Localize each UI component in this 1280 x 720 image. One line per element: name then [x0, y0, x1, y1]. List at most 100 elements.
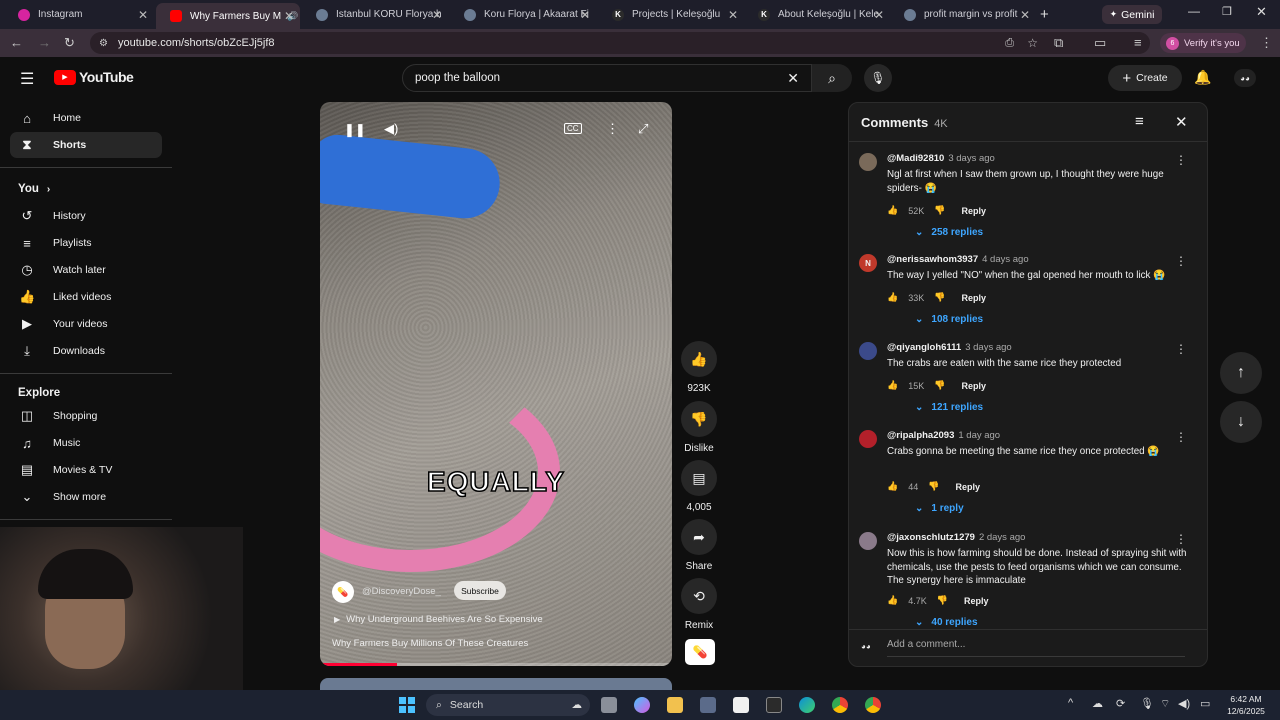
replies-toggle[interactable]: ⌄ 108 replies	[915, 314, 983, 325]
more-options-icon[interactable]: ⋮	[606, 121, 619, 137]
like-icon[interactable]: 👍	[887, 481, 898, 492]
forward-icon[interactable]: →	[38, 35, 51, 50]
share-action[interactable]: ➦ Share	[681, 519, 717, 572]
reply-button[interactable]: Reply	[955, 482, 980, 492]
battery-icon[interactable]: ▭	[1200, 697, 1210, 710]
tab-istanbul-koru[interactable]: Istanbul KORU Florya h ✕	[302, 3, 448, 26]
close-window-icon[interactable]: ✕	[1256, 4, 1267, 20]
captions-icon[interactable]: CC	[564, 123, 582, 134]
maximize-icon[interactable]: ❐	[1222, 5, 1232, 18]
sidebar-item-shorts[interactable]: ⧗ Shorts	[10, 132, 162, 158]
clock[interactable]: 6:42 AM 12/6/2025	[1218, 693, 1274, 717]
comment-handle[interactable]: @Madi92810	[887, 153, 944, 164]
menu-dots-icon[interactable]: ⋮	[1260, 35, 1273, 51]
dislike-action[interactable]: 👎 Dislike	[681, 401, 717, 454]
sidebar-item-downloads[interactable]: ⤓ Downloads	[10, 338, 162, 364]
close-icon[interactable]: ✕	[432, 8, 442, 22]
tab-instagram[interactable]: Instagram ✕	[4, 3, 154, 26]
sidebar-item-movies[interactable]: ▤ Movies & TV	[10, 457, 162, 483]
edge-icon[interactable]	[799, 697, 815, 713]
avatar[interactable]: N	[859, 254, 877, 272]
close-icon[interactable]: ✕	[284, 9, 294, 23]
close-icon[interactable]: ✕	[728, 8, 738, 22]
short-video-player[interactable]: ❚❚ ◀) CC ⋮ ⤢ EQUALLY 💊 @DiscoveryDose_ S…	[320, 102, 672, 666]
channel-name[interactable]: @DiscoveryDose_	[362, 586, 441, 597]
replies-toggle[interactable]: ⌄ 40 replies	[915, 617, 978, 628]
comment-more-icon[interactable]: ⋮	[1175, 430, 1187, 444]
sidebar-item-music[interactable]: ♫ Music	[10, 430, 162, 456]
close-icon[interactable]: ✕	[138, 8, 148, 22]
sidebar-item-your-videos[interactable]: ▶ Your videos	[10, 311, 162, 337]
you-section-title[interactable]: You ›	[18, 183, 50, 195]
dislike-icon[interactable]: 👎	[937, 595, 948, 606]
reply-button[interactable]: Reply	[961, 381, 986, 391]
comment-more-icon[interactable]: ⋮	[1175, 254, 1187, 268]
dislike-icon[interactable]: 👎	[934, 205, 945, 216]
channel-avatar[interactable]: 💊	[332, 581, 354, 603]
start-windows-icon[interactable]	[399, 697, 415, 713]
sidebar-item-show-more[interactable]: ⌄ Show more	[10, 484, 162, 510]
tab-projects[interactable]: K Projects | Keleşoğlu ✕	[598, 3, 744, 26]
new-tab-button[interactable]: +	[1040, 6, 1049, 23]
bookmark-star-icon[interactable]: ☆	[1027, 36, 1038, 50]
tray-chevron-icon[interactable]: ^	[1068, 697, 1073, 709]
install-icon[interactable]: ⎙	[1005, 37, 1014, 50]
dislike-icon[interactable]: 👎	[681, 401, 717, 437]
back-icon[interactable]: ←	[10, 35, 23, 50]
avatar[interactable]	[859, 153, 877, 171]
split-view-icon[interactable]: ▭	[1094, 35, 1106, 51]
create-button[interactable]: + Create	[1108, 65, 1182, 91]
subscribe-button[interactable]: Subscribe	[454, 581, 506, 600]
search-button[interactable]: ⌕	[812, 64, 852, 92]
pause-icon[interactable]: ❚❚	[344, 122, 366, 138]
chrome-icon[interactable]	[832, 697, 848, 713]
reload-icon[interactable]: ↻	[64, 35, 75, 51]
address-bar[interactable]: ⚙ youtube.com/shorts/obZcEJj5jf8 ⎙ ☆	[90, 32, 1150, 54]
close-comments-icon[interactable]: ✕	[1175, 113, 1188, 131]
close-icon[interactable]: ✕	[580, 8, 590, 22]
comments-action[interactable]: ▤ 4,005	[681, 460, 717, 513]
youtube-logo[interactable]: ▶ YouTube	[54, 69, 134, 85]
notifications-bell-icon[interactable]: 🔔	[1194, 69, 1211, 86]
avatar[interactable]	[859, 342, 877, 360]
volume-icon[interactable]: ◀)	[384, 121, 398, 137]
like-icon[interactable]: 👍	[887, 595, 898, 606]
like-icon[interactable]: 👍	[887, 292, 898, 303]
sort-icon[interactable]: ≡	[1135, 113, 1144, 130]
dislike-icon[interactable]: 👎	[934, 380, 945, 391]
reply-button[interactable]: Reply	[961, 206, 986, 216]
volume-icon[interactable]: ◀)	[1178, 697, 1190, 710]
next-short-preview[interactable]	[320, 678, 672, 690]
task-view-icon[interactable]	[601, 697, 617, 713]
voice-search-button[interactable]: 🎙	[864, 64, 892, 92]
comment-more-icon[interactable]: ⋮	[1175, 342, 1187, 356]
dislike-icon[interactable]: 👎	[928, 481, 939, 492]
previous-short-button[interactable]: ↑	[1220, 352, 1262, 394]
sidebar-item-history[interactable]: ↺ History	[10, 203, 162, 229]
clear-search-icon[interactable]: ✕	[787, 70, 799, 87]
site-info-icon[interactable]: ⚙	[99, 38, 108, 49]
dictionary-app-icon[interactable]	[766, 697, 782, 713]
sidebar-item-playlists[interactable]: ≡ Playlists	[10, 230, 162, 256]
tab-youtube[interactable]: Why Farmers Buy M 🔊 ✕	[156, 3, 300, 29]
sidebar-item-shopping[interactable]: ◫ Shopping	[10, 403, 162, 429]
like-icon[interactable]: 👍	[681, 341, 717, 377]
fullscreen-icon[interactable]: ⤢	[638, 121, 648, 137]
extensions-icon[interactable]: ⧉	[1054, 35, 1063, 51]
dislike-icon[interactable]: 👎	[934, 292, 945, 303]
tab-about[interactable]: K About Keleşoğlu | Kele ✕	[744, 3, 890, 26]
like-action[interactable]: 👍 923K	[681, 341, 717, 394]
share-icon[interactable]: ➦	[681, 519, 717, 555]
comment-handle[interactable]: @nerissawhom3937	[887, 254, 978, 265]
sidebar-item-liked-videos[interactable]: 👍 Liked videos	[10, 284, 162, 310]
close-icon[interactable]: ✕	[874, 8, 884, 22]
reply-button[interactable]: Reply	[961, 293, 986, 303]
avatar[interactable]	[859, 430, 877, 448]
comment-more-icon[interactable]: ⋮	[1175, 153, 1187, 167]
store-icon[interactable]	[700, 697, 716, 713]
progress-track[interactable]	[320, 663, 672, 666]
replies-toggle[interactable]: ⌄ 121 replies	[915, 402, 983, 413]
sidebar-item-watch-later[interactable]: ◷ Watch later	[10, 257, 162, 283]
reply-button[interactable]: Reply	[964, 596, 989, 606]
microphone-icon[interactable]: 🎙	[1140, 697, 1154, 710]
